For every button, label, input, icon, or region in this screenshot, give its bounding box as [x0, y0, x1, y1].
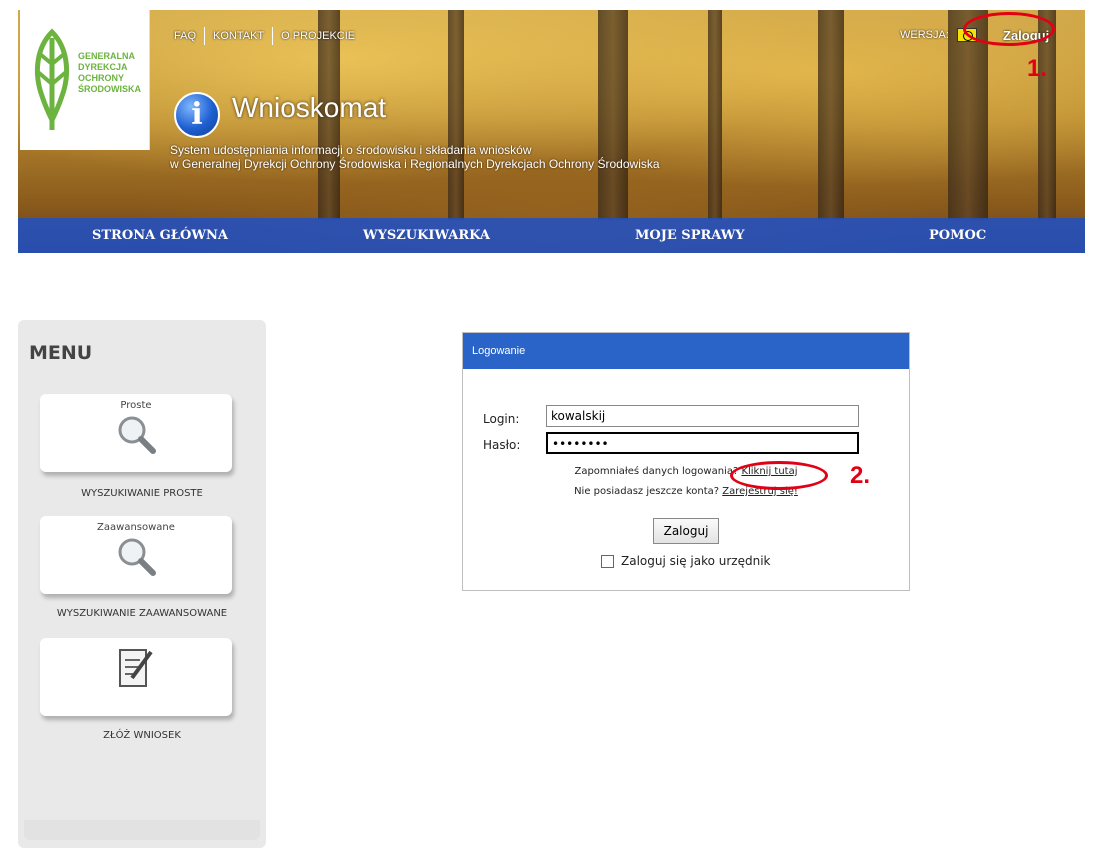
divider — [272, 27, 274, 45]
caption-submit-application[interactable]: ZŁÓŻ WNIOSEK — [18, 730, 266, 741]
logo-text: GENERALNA DYREKCJA OCHRONY ŚRODOWISKA — [78, 51, 141, 94]
official-checkbox-label[interactable]: Zaloguj się jako urzędnik — [621, 554, 771, 568]
faq-link[interactable]: FAQ — [174, 30, 196, 42]
tile-label: Proste — [120, 400, 152, 411]
nav-search[interactable]: WYSZUKIWARKA — [363, 218, 490, 253]
nav-my-cases[interactable]: MOJE SPRAWY — [635, 218, 745, 253]
sidebar-menu: MENU Proste WYSZUKIWANIE PROSTE Zaawanso… — [18, 320, 266, 848]
login-submit-button[interactable]: Zaloguj — [653, 518, 719, 544]
sidebar-title: MENU — [29, 342, 93, 364]
about-project-link[interactable]: O PROJEKCIE — [281, 30, 355, 42]
divider — [204, 27, 206, 45]
app-subtitle: System udostępniania informacji o środow… — [170, 143, 660, 171]
header-banner: GENERALNA DYREKCJA OCHRONY ŚRODOWISKA FA… — [18, 10, 1085, 253]
caption-simple-search[interactable]: WYSZUKIWANIE PROSTE — [18, 488, 266, 499]
login-panel: Logowanie Login: kowalskij Hasło: ••••••… — [462, 332, 910, 591]
leaf-logo-icon — [34, 28, 70, 130]
contact-link[interactable]: KONTAKT — [213, 30, 264, 42]
info-icon: i — [174, 92, 220, 138]
annotation-number-2: 2. — [850, 462, 871, 489]
annotation-ellipse-1 — [963, 12, 1055, 46]
caption-advanced-search[interactable]: WYSZUKIWANIE ZAAWANSOWANE — [18, 608, 266, 619]
nav-home[interactable]: STRONA GŁÓWNA — [92, 218, 228, 253]
forgot-text: Zapomniałeś danych logowania? — [574, 466, 739, 477]
magnifier-icon — [118, 538, 156, 576]
tile-simple-search[interactable]: Proste — [40, 394, 232, 472]
login-panel-title: Logowanie — [463, 333, 909, 369]
official-login-row: Zaloguj się jako urzędnik — [601, 554, 771, 568]
no-account-text: Nie posiadasz jeszcze konta? — [574, 486, 720, 497]
forgot-credentials-line: Zapomniałeś danych logowania? Kliknij tu… — [463, 466, 909, 477]
password-label: Hasło: — [483, 438, 521, 452]
tile-advanced-search[interactable]: Zaawansowane — [40, 516, 232, 594]
tile-label: Zaawansowane — [97, 522, 175, 533]
app-title: Wnioskomat — [232, 92, 387, 123]
login-label: Login: — [483, 412, 520, 426]
magnifier-icon — [118, 416, 156, 454]
version-label: WERSJA: — [900, 29, 949, 41]
password-input[interactable]: •••••••• — [546, 432, 859, 454]
gdos-logo[interactable]: GENERALNA DYREKCJA OCHRONY ŚRODOWISKA — [20, 10, 150, 150]
annotation-number-1: 1. — [1027, 55, 1048, 82]
register-line: Nie posiadasz jeszcze konta? Zarejestruj… — [463, 486, 909, 497]
main-nav: STRONA GŁÓWNA WYSZUKIWARKA MOJE SPRAWY P… — [18, 218, 1085, 253]
document-pen-icon — [119, 649, 153, 687]
nav-help[interactable]: POMOC — [929, 218, 986, 253]
official-checkbox[interactable] — [601, 554, 614, 568]
sidebar-footer — [24, 820, 260, 840]
top-links: FAQ KONTAKT O PROJEKCIE — [174, 27, 355, 45]
tile-submit-application[interactable] — [40, 638, 232, 716]
annotation-ellipse-2 — [730, 461, 828, 490]
login-input[interactable]: kowalskij — [546, 405, 859, 427]
